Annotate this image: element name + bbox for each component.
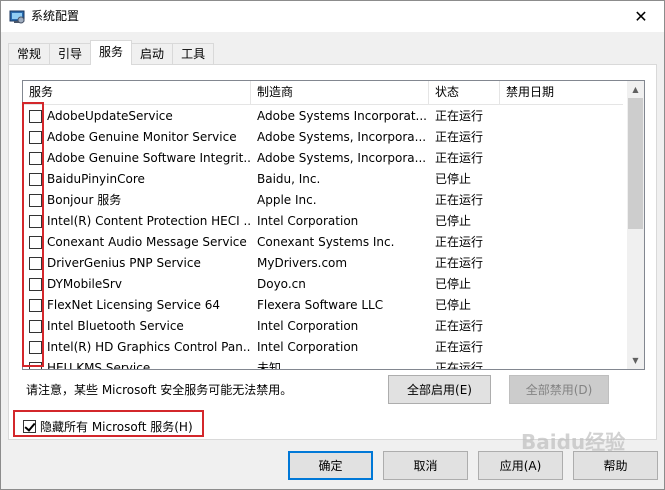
service-name: DriverGenius PNP Service (47, 256, 201, 270)
window-title: 系统配置 (31, 9, 80, 23)
table-row[interactable]: Conexant Audio Message Service Conexant S… (23, 232, 623, 253)
system-config-window: 系统配置 ✕ 常规 引导 服务 启动 工具 服务 制造商 状态 禁用日期 Ado… (0, 0, 665, 490)
tab-startup[interactable]: 启动 (131, 43, 174, 65)
service-status: 正在运行 (435, 340, 484, 354)
service-status: 正在运行 (435, 130, 484, 144)
table-row[interactable]: Adobe Genuine Monitor Service Adobe Syste… (23, 127, 623, 148)
baidu-watermark: Baidu经验 (521, 430, 626, 454)
service-status: 已停止 (435, 214, 472, 228)
title-bar[interactable]: 系统配置 ✕ (1, 1, 664, 32)
disable-all-button: 全部禁用(D) (509, 375, 609, 404)
hide-ms-services-checkbox[interactable]: 隐藏所有 Microsoft 服务(H) (23, 414, 193, 438)
list-rows: AdobeUpdateService Adobe Systems Incorpor… (23, 106, 623, 370)
tab-services[interactable]: 服务 (90, 40, 133, 65)
service-status: 正在运行 (435, 151, 484, 165)
service-disabled-date (500, 148, 623, 169)
column-header-manufacturer[interactable]: 制造商 (251, 81, 429, 105)
help-button[interactable]: 帮助 (573, 451, 658, 480)
table-row[interactable]: FlexNet Licensing Service 64 Flexera Soft… (23, 295, 623, 316)
service-disabled-date (500, 274, 623, 295)
service-status: 正在运行 (435, 109, 484, 123)
tab-boot[interactable]: 引导 (49, 43, 92, 65)
close-icon[interactable]: ✕ (618, 1, 664, 31)
service-status: 正在运行 (435, 256, 484, 270)
table-row[interactable]: DYMobileSrv Doyo.cn 已停止 (23, 274, 623, 295)
column-header-service[interactable]: 服务 (23, 81, 251, 105)
scroll-up-icon[interactable]: ▲ (627, 81, 644, 98)
tab-bar: 常规 引导 服务 启动 工具 (8, 40, 215, 65)
table-row[interactable]: Intel Bluetooth Service Intel Corporation… (23, 316, 623, 337)
service-manufacturer: Adobe Systems, Incorpora... (257, 130, 427, 144)
service-manufacturer: Intel Corporation (257, 340, 359, 354)
column-header-status[interactable]: 状态 (429, 81, 500, 105)
service-disabled-date (500, 169, 623, 190)
enable-all-button[interactable]: 全部启用(E) (388, 375, 491, 404)
service-manufacturer: Conexant Systems Inc. (257, 235, 395, 249)
service-manufacturer: Apple Inc. (257, 193, 317, 207)
service-name: AdobeUpdateService (47, 109, 173, 123)
service-disabled-date (500, 106, 623, 127)
service-name: FlexNet Licensing Service 64 (47, 298, 221, 312)
service-manufacturer: Doyo.cn (257, 277, 306, 291)
table-row[interactable]: Intel(R) HD Graphics Control Pan... Intel… (23, 337, 623, 358)
service-name: Adobe Genuine Monitor Service (47, 130, 237, 144)
service-name: HEU KMS Service (47, 361, 151, 370)
service-name: Conexant Audio Message Service (47, 235, 247, 249)
table-row[interactable]: Adobe Genuine Software Integrit... Adobe … (23, 148, 623, 169)
service-manufacturer: Adobe Systems Incorporat... (257, 109, 427, 123)
service-status: 正在运行 (435, 235, 484, 249)
scroll-down-icon[interactable]: ▼ (627, 352, 644, 369)
table-row[interactable]: Intel(R) Content Protection HECI ... Inte… (23, 211, 623, 232)
service-disabled-date (500, 253, 623, 274)
tab-general[interactable]: 常规 (8, 43, 51, 65)
service-name: Bonjour 服务 (47, 193, 122, 207)
table-row[interactable]: BaiduPinyinCore Baidu, Inc. 已停止 (23, 169, 623, 190)
service-disabled-date (500, 232, 623, 253)
service-disabled-date (500, 316, 623, 337)
service-name: Intel(R) Content Protection HECI ... (47, 214, 251, 228)
service-status: 已停止 (435, 298, 472, 312)
cancel-button[interactable]: 取消 (383, 451, 468, 480)
table-row[interactable]: DriverGenius PNP Service MyDrivers.com 正在运… (23, 253, 623, 274)
hide-ms-services-label: 隐藏所有 Microsoft 服务(H) (40, 419, 193, 434)
service-status: 正在运行 (435, 319, 484, 333)
service-manufacturer: Baidu, Inc. (257, 172, 321, 186)
table-row[interactable]: Bonjour 服务 Apple Inc. 正在运行 (23, 190, 623, 211)
service-disabled-date (500, 337, 623, 358)
service-name: BaiduPinyinCore (47, 172, 145, 186)
table-row[interactable]: HEU KMS Service 未知 正在运行 (23, 358, 623, 370)
system-config-icon (9, 10, 25, 24)
service-status: 正在运行 (435, 193, 484, 207)
service-manufacturer: Intel Corporation (257, 214, 359, 228)
vertical-scrollbar[interactable]: ▲ ▼ (627, 81, 644, 369)
apply-button[interactable]: 应用(A) (478, 451, 563, 480)
service-manufacturer: MyDrivers.com (257, 256, 348, 270)
column-header-disabled-date[interactable]: 禁用日期 (500, 81, 623, 105)
scroll-thumb[interactable] (628, 98, 643, 229)
services-panel: 服务 制造商 状态 禁用日期 AdobeUpdateService Adobe S… (8, 64, 657, 440)
service-status: 已停止 (435, 277, 472, 291)
service-manufacturer: Intel Corporation (257, 319, 359, 333)
service-name: Adobe Genuine Software Integrit... (47, 151, 251, 165)
service-disabled-date (500, 190, 623, 211)
service-disabled-date (500, 211, 623, 232)
services-list: 服务 制造商 状态 禁用日期 AdobeUpdateService Adobe S… (22, 80, 645, 370)
service-disabled-date (500, 295, 623, 316)
service-name: DYMobileSrv (47, 277, 122, 291)
ok-button[interactable]: 确定 (288, 451, 373, 480)
tab-tools[interactable]: 工具 (172, 43, 215, 65)
service-status: 正在运行 (435, 361, 484, 370)
service-disabled-date (500, 127, 623, 148)
checkbox-checked-icon[interactable] (23, 419, 36, 433)
service-name: Intel(R) HD Graphics Control Pan... (47, 340, 251, 354)
service-disabled-date (500, 358, 623, 369)
table-row[interactable]: AdobeUpdateService Adobe Systems Incorpor… (23, 106, 623, 127)
security-notice: 请注意，某些 Microsoft 安全服务可能无法禁用。 (26, 383, 293, 397)
service-name: Intel Bluetooth Service (47, 319, 184, 333)
list-header: 服务 制造商 状态 禁用日期 (23, 81, 623, 105)
service-manufacturer: Flexera Software LLC (257, 298, 384, 312)
service-manufacturer: Adobe Systems, Incorpora... (257, 151, 427, 165)
service-manufacturer: 未知 (257, 361, 282, 370)
service-status: 已停止 (435, 172, 472, 186)
